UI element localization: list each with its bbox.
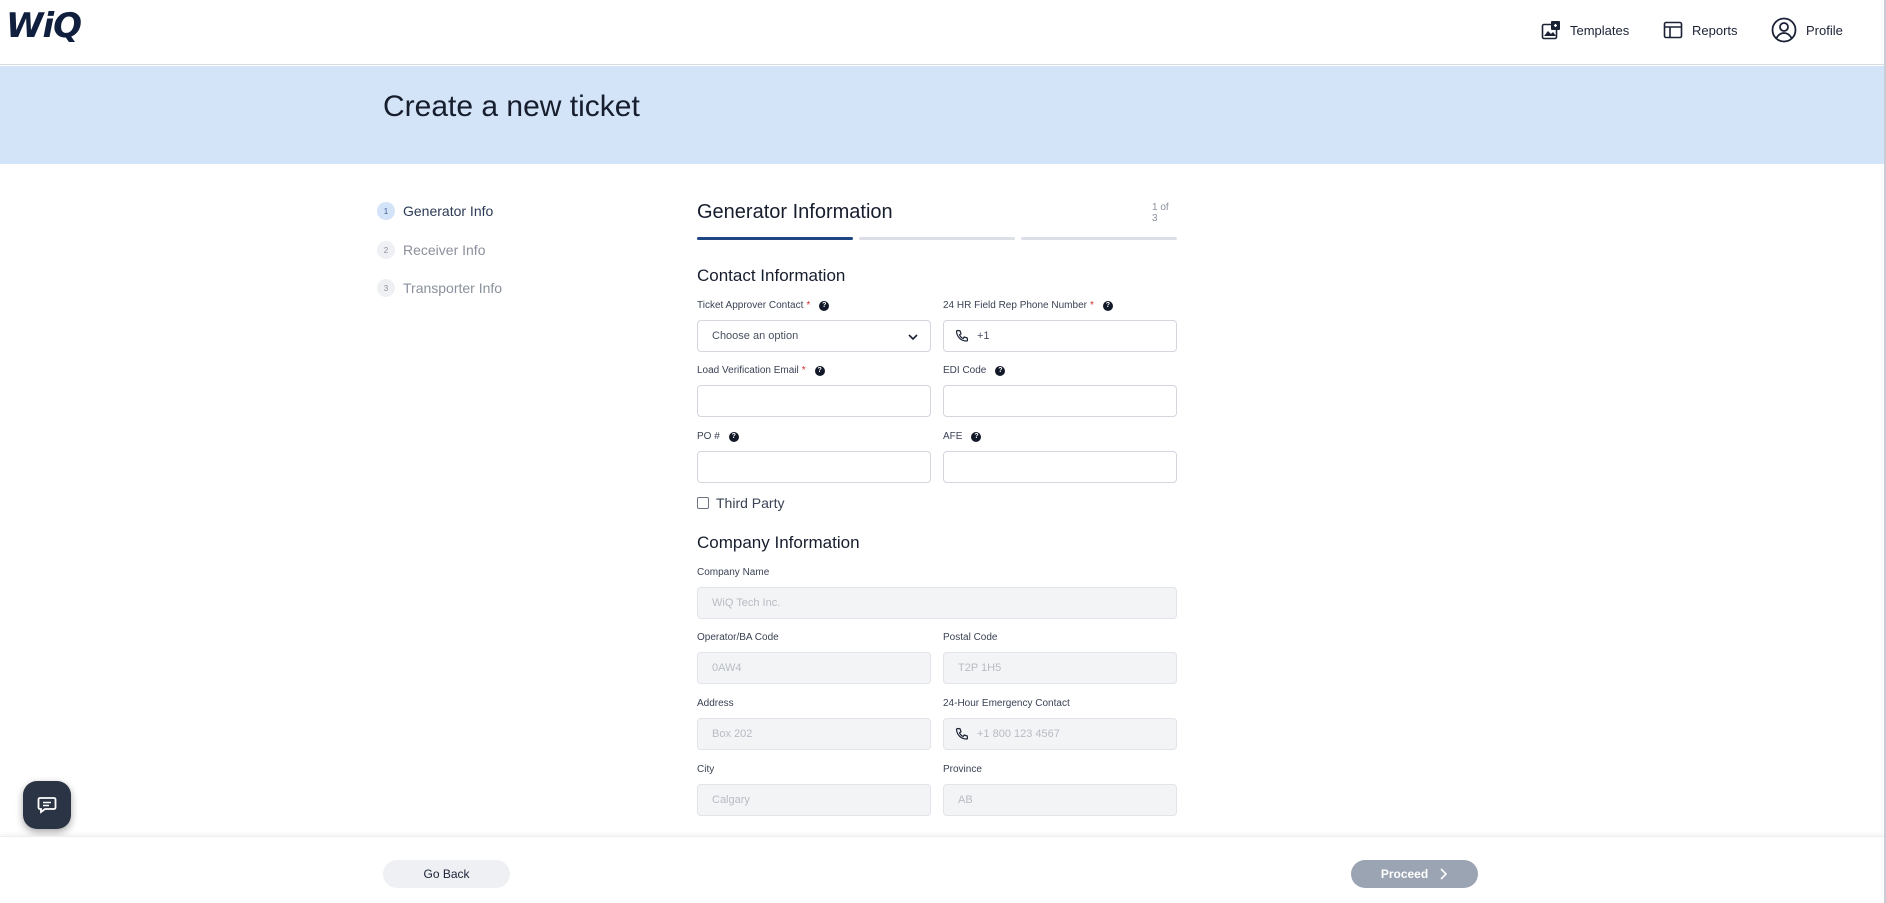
chevron-down-icon	[908, 334, 918, 341]
step-receiver-info[interactable]: 2 Receiver Info	[377, 241, 485, 259]
wiq-logo[interactable]: WiQ	[6, 6, 82, 46]
phone-icon	[955, 329, 969, 342]
company-name-label: Company Name	[697, 567, 769, 578]
progress-segment-1	[697, 237, 853, 240]
top-navbar: WiQ Templates Reports Profile	[0, 0, 1886, 65]
label-text: PO #	[697, 431, 720, 442]
progress-segment-2	[859, 237, 1015, 240]
phone-icon	[955, 727, 969, 740]
emergency-phone-value: +1 800 123 4567	[977, 728, 1060, 740]
templates-icon	[1541, 21, 1560, 40]
label-text: Load Verification Email	[697, 365, 799, 376]
proceed-button[interactable]: Proceed	[1351, 860, 1478, 888]
step-label: Generator Info	[403, 203, 494, 219]
chat-button[interactable]	[23, 781, 71, 829]
required-mark: *	[1089, 300, 1094, 311]
operator-code-label: Operator/BA Code	[697, 632, 779, 643]
label-text: 24 HR Field Rep Phone Number	[943, 300, 1087, 311]
step-generator-info[interactable]: 1 Generator Info	[377, 202, 493, 220]
label-text: Ticket Approver Contact	[697, 300, 804, 311]
step-transporter-info[interactable]: 3 Transporter Info	[377, 279, 502, 297]
label-text: Province	[943, 764, 982, 775]
nav-templates[interactable]: Templates	[1541, 0, 1629, 60]
label-text: 24-Hour Emergency Contact	[943, 698, 1070, 709]
operator-code-input: 0AW4	[697, 652, 931, 684]
label-text: EDI Code	[943, 365, 987, 376]
third-party-label: Third Party	[716, 495, 785, 511]
province-label: Province	[943, 764, 982, 775]
select-placeholder: Choose an option	[712, 330, 799, 342]
label-text: Operator/BA Code	[697, 632, 779, 643]
label-text: Address	[697, 698, 734, 709]
load-email-input[interactable]	[697, 385, 931, 417]
label-text: Company Name	[697, 567, 770, 578]
load-email-label: Load Verification Email * ?	[697, 365, 825, 376]
postal-code-label: Postal Code	[943, 632, 997, 643]
help-icon[interactable]: ?	[971, 431, 982, 442]
footer-action-bar	[0, 836, 1884, 903]
required-mark: *	[801, 365, 806, 376]
postal-code-input: T2P 1H5	[943, 652, 1177, 684]
ticket-approver-select[interactable]: Choose an option	[697, 320, 931, 352]
chevron-right-icon	[1440, 868, 1448, 880]
field-rep-phone-label: 24 HR Field Rep Phone Number * ?	[943, 300, 1113, 311]
page-banner: Create a new ticket	[0, 66, 1884, 164]
company-info-title: Company Information	[697, 533, 860, 552]
label-text: AFE	[943, 431, 963, 442]
help-icon[interactable]: ?	[814, 365, 825, 376]
po-label: PO # ?	[697, 431, 739, 442]
required-mark: *	[806, 300, 811, 311]
company-name-input: WiQ Tech Inc.	[697, 587, 1177, 619]
checkbox-box[interactable]	[697, 497, 709, 509]
nav-reports[interactable]: Reports	[1663, 0, 1738, 60]
city-label: City	[697, 764, 714, 775]
step-label: Receiver Info	[403, 242, 486, 258]
label-text: Postal Code	[943, 632, 998, 643]
phone-prefix: +1	[977, 330, 990, 342]
city-input: Calgary	[697, 784, 931, 816]
edi-code-label: EDI Code ?	[943, 365, 1006, 376]
nav-profile-label: Profile	[1806, 22, 1843, 38]
emergency-contact-input: +1 800 123 4567	[943, 718, 1177, 750]
third-party-checkbox[interactable]: Third Party	[697, 495, 784, 511]
afe-input[interactable]	[943, 451, 1177, 483]
nav-reports-label: Reports	[1692, 22, 1738, 38]
proceed-label: Proceed	[1380, 867, 1429, 881]
field-rep-phone-input[interactable]: +1	[943, 320, 1177, 352]
form-title: Generator Information	[697, 201, 893, 223]
help-icon[interactable]: ?	[1102, 300, 1113, 311]
ticket-approver-label: Ticket Approver Contact * ?	[697, 300, 830, 311]
nav-profile[interactable]: Profile	[1771, 0, 1843, 60]
po-input[interactable]	[697, 451, 931, 483]
step-number: 1	[377, 202, 395, 220]
step-counter: 1 of 3	[1152, 202, 1169, 224]
chat-icon	[37, 797, 57, 814]
step-number: 2	[377, 241, 395, 259]
help-icon[interactable]: ?	[819, 300, 830, 311]
province-input: AB	[943, 784, 1177, 816]
progress-segment-3	[1021, 237, 1177, 240]
contact-info-title: Contact Information	[697, 266, 846, 285]
profile-icon	[1771, 17, 1797, 43]
go-back-button[interactable]: Go Back	[383, 860, 510, 888]
reports-icon	[1663, 21, 1683, 39]
page-title: Create a new ticket	[383, 90, 640, 123]
label-text: City	[697, 764, 715, 775]
help-icon[interactable]: ?	[728, 431, 739, 442]
nav-templates-label: Templates	[1570, 22, 1630, 38]
address-label: Address	[697, 698, 734, 709]
emergency-contact-label: 24-Hour Emergency Contact	[943, 698, 1070, 709]
help-icon[interactable]: ?	[995, 365, 1006, 376]
step-number: 3	[377, 279, 395, 297]
address-input: Box 202	[697, 718, 931, 750]
edi-code-input[interactable]	[943, 385, 1177, 417]
afe-label: AFE ?	[943, 431, 982, 442]
step-label: Transporter Info	[403, 280, 503, 296]
